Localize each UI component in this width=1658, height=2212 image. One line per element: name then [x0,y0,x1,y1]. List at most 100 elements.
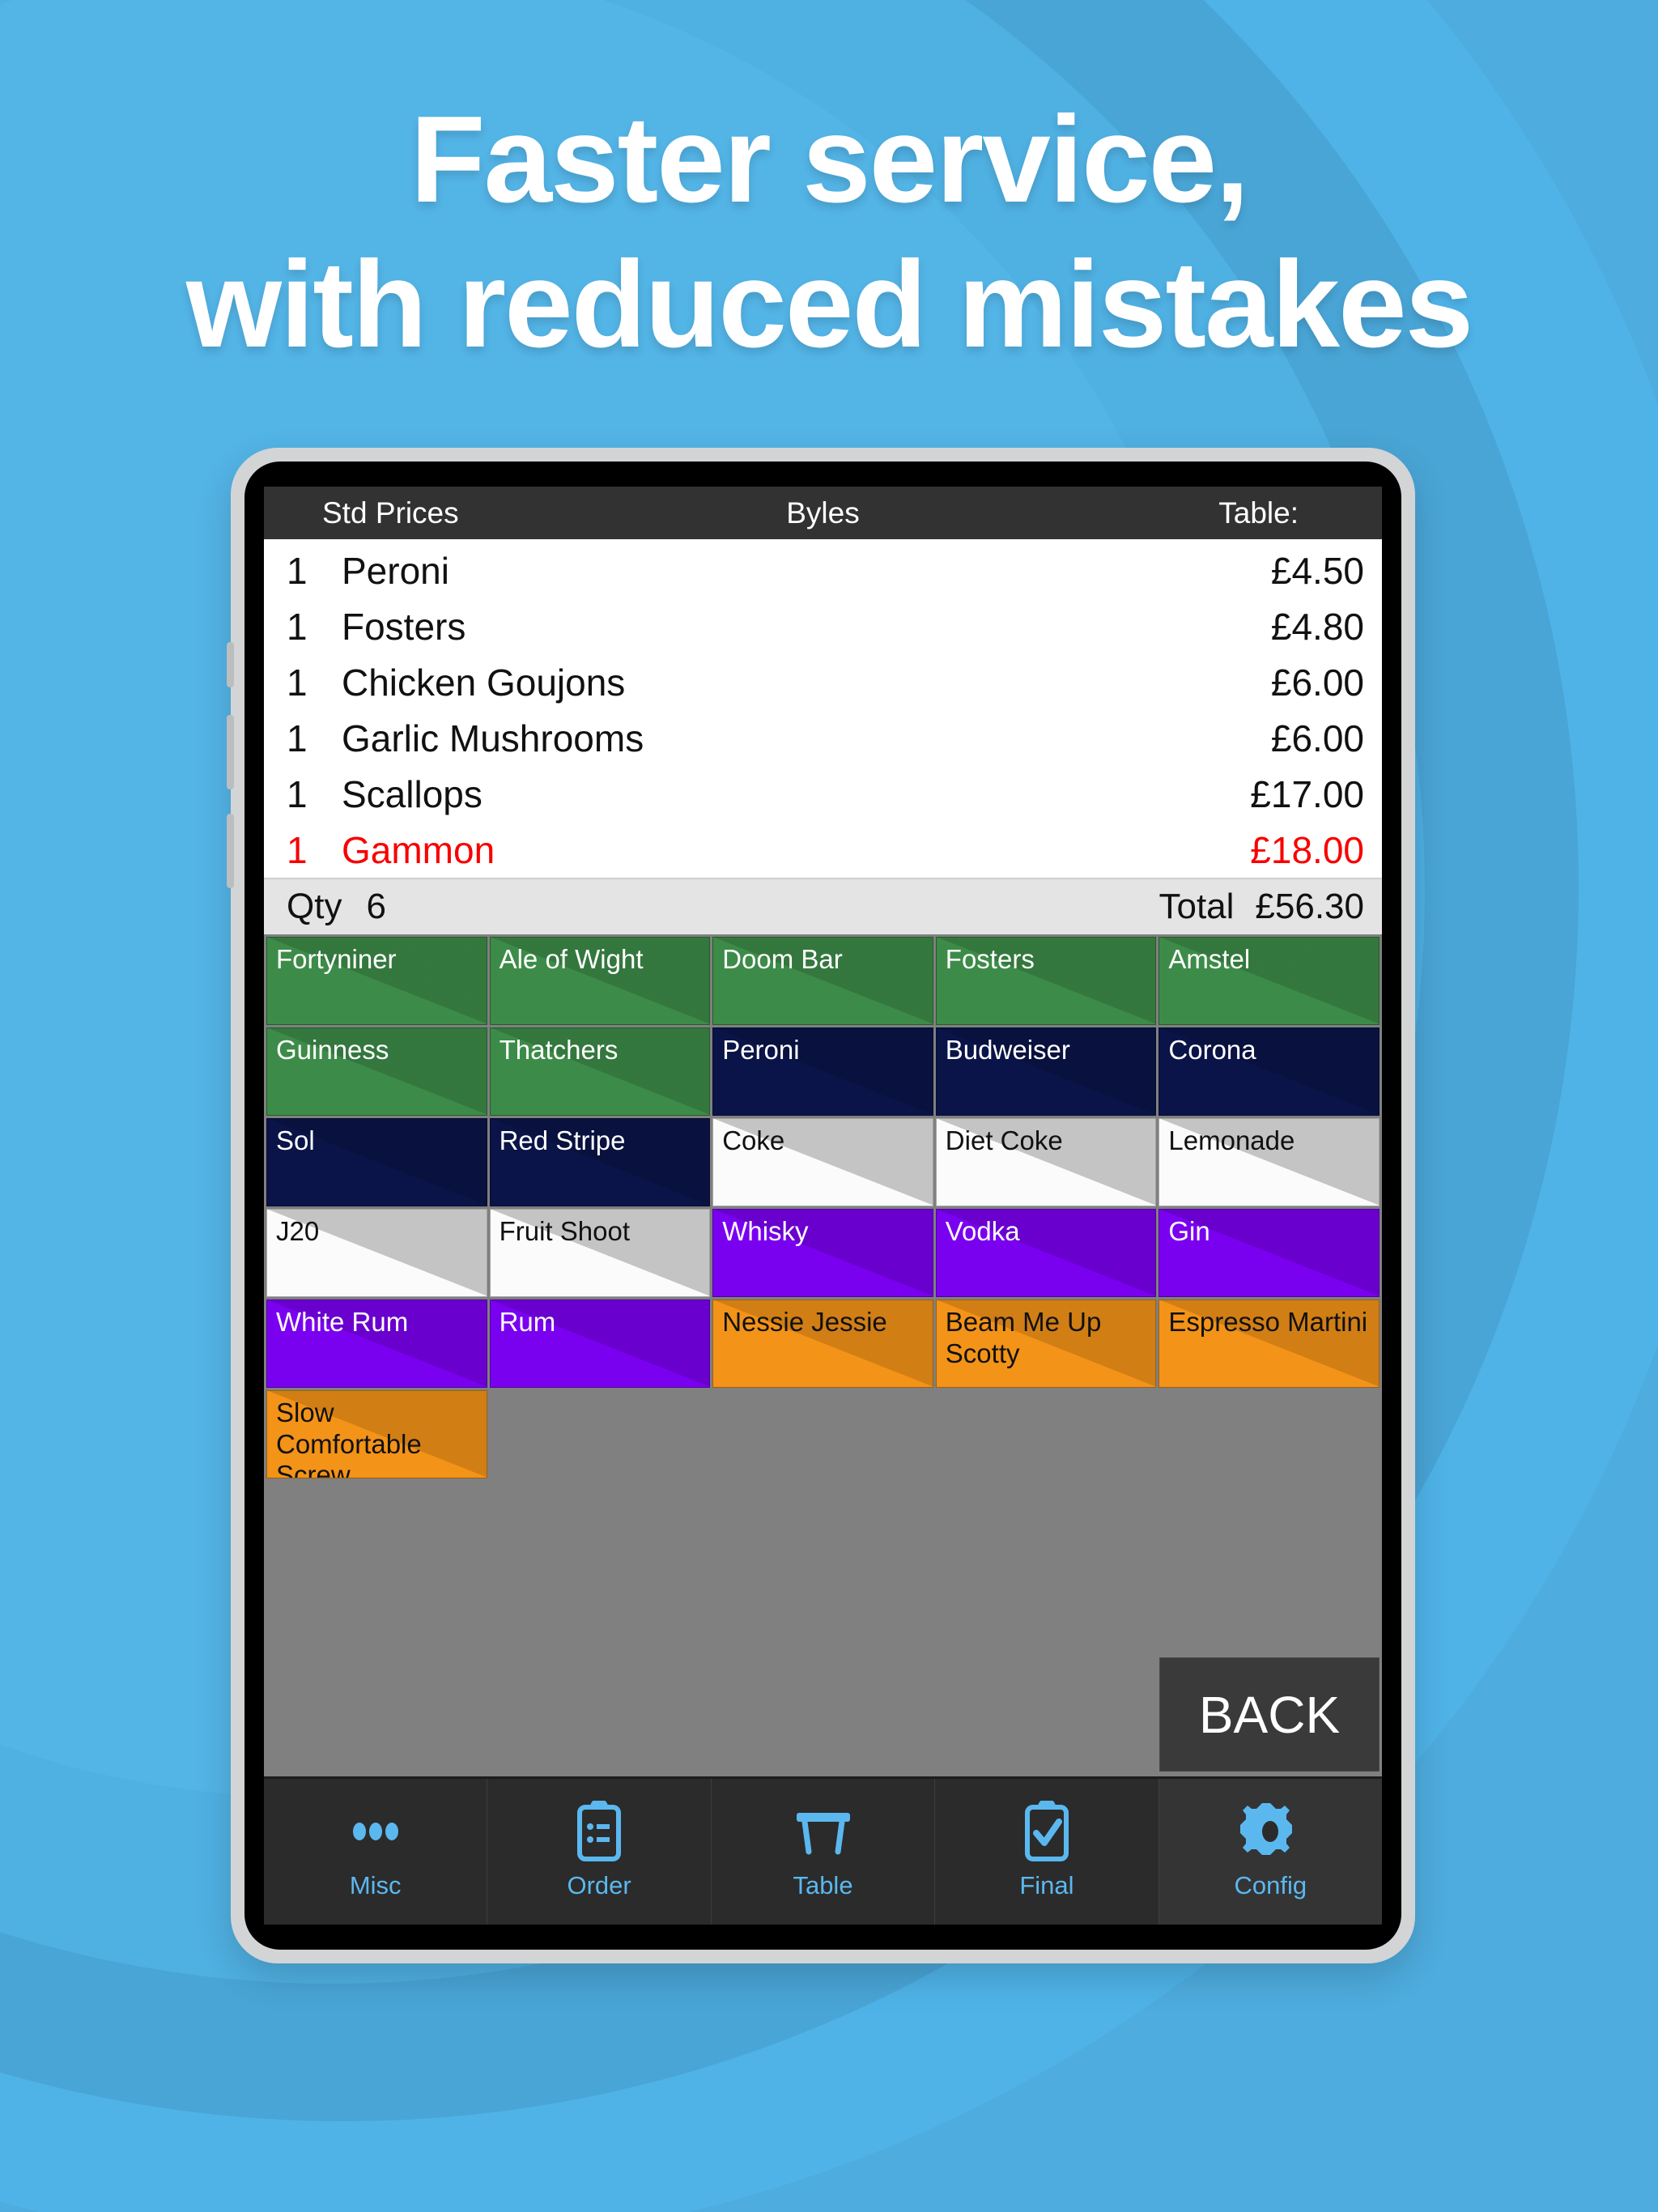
product-button-label: Fruit Shoot [499,1216,631,1246]
bottom-navigation-bar: Misc Order Table Final Config [264,1776,1382,1925]
order-row[interactable]: 1 Chicken Goujons £6.00 [264,654,1382,710]
order-row-price: £4.50 [1270,549,1364,592]
product-button[interactable]: Lemonade [1158,1118,1380,1206]
product-button[interactable]: Corona [1158,1027,1380,1116]
order-totals-bar: Qty 6 Total £56.30 [264,878,1382,934]
product-button-label: Slow Comfortable Screw [276,1397,422,1478]
product-button[interactable]: White Rum [266,1300,487,1388]
product-button[interactable]: Doom Bar [712,937,933,1025]
qty-value: 6 [366,887,386,926]
order-row-price: £6.00 [1270,717,1364,759]
product-button-label: Thatchers [499,1035,619,1065]
headline-line-1: Faster service, [410,91,1250,228]
product-button[interactable]: Guinness [266,1027,487,1116]
product-button-label: Red Stripe [499,1125,626,1155]
product-button[interactable]: Espresso Martini [1158,1300,1380,1388]
product-button-label: Peroni [722,1035,800,1065]
nav-item-order[interactable]: Order [487,1779,712,1925]
product-button-label: Amstel [1168,944,1251,974]
product-button-label: Gin [1168,1216,1210,1246]
qty-label: Qty [287,887,342,926]
nav-item-label: Final [1019,1871,1074,1899]
headline-line-2: with reduced mistakes [185,236,1473,374]
order-row-qty: 1 [287,549,308,592]
product-grid-area: Fortyniner Ale of Wight Doom Bar Fosters Ams… [264,934,1382,1776]
nav-item-table[interactable]: Table [712,1779,936,1925]
order-row-qty: 1 [287,605,308,648]
product-button[interactable]: Fruit Shoot [489,1209,711,1297]
nav-item-label: Config [1234,1871,1307,1899]
order-row-name: Peroni [342,549,449,592]
back-button[interactable]: BACK [1159,1657,1380,1772]
order-row-qty: 1 [287,772,308,815]
product-button[interactable]: Vodka [935,1209,1157,1297]
order-row-price: £18.00 [1250,828,1364,871]
product-button-label: Fosters [945,944,1035,974]
tablet-side-button-2[interactable] [227,715,234,789]
order-row-price: £6.00 [1270,661,1364,704]
nav-item-label: Order [567,1871,631,1899]
product-button-label: Budweiser [945,1035,1070,1065]
product-button-label: Nessie Jessie [722,1307,887,1337]
product-button-label: Vodka [945,1216,1020,1246]
order-row[interactable]: 1 Scallops £17.00 [264,766,1382,822]
product-button[interactable]: Coke [712,1118,933,1206]
product-button-label: J20 [276,1216,320,1246]
nav-item-final[interactable]: Final [935,1779,1159,1925]
order-row-price: £4.80 [1270,605,1364,648]
total-value: £56.30 [1255,887,1364,926]
product-button[interactable]: J20 [266,1209,487,1297]
product-button[interactable]: Budweiser [935,1027,1157,1116]
product-button[interactable]: Rum [489,1300,711,1388]
nav-item-label: Table [793,1871,853,1899]
product-button-label: Ale of Wight [499,944,644,974]
product-button-label: Lemonade [1168,1125,1295,1155]
tablet-side-button-3[interactable] [227,814,234,888]
product-button[interactable]: Nessie Jessie [712,1300,933,1388]
table-icon [793,1803,853,1860]
order-row-qty: 1 [287,717,308,759]
product-button[interactable]: Fortyniner [266,937,487,1025]
total-label: Total [1158,887,1235,926]
order-row-qty: 1 [287,828,308,871]
order-row-qty: 1 [287,661,308,704]
product-button[interactable]: Whisky [712,1209,933,1297]
product-button-label: White Rum [276,1307,409,1337]
product-button[interactable]: Fosters [935,937,1157,1025]
product-button-label: Espresso Martini [1168,1307,1368,1337]
order-row[interactable]: 1 Peroni £4.50 [264,542,1382,598]
order-row-name: Fosters [342,605,466,648]
product-button[interactable]: Red Stripe [489,1118,711,1206]
order-row-name: Gammon [342,828,495,871]
product-button[interactable]: Ale of Wight [489,937,711,1025]
tablet-bezel: Std Prices Byles Table: 1 Peroni £4.50 1 Fos… [244,462,1401,1950]
order-row[interactable]: 1 Fosters £4.80 [264,598,1382,654]
product-button[interactable]: Beam Me Up Scotty [935,1300,1157,1388]
order-row[interactable]: 1 Garlic Mushrooms £6.00 [264,710,1382,766]
product-button[interactable]: Slow Comfortable Screw [266,1390,487,1478]
product-button-label: Fortyniner [276,944,397,974]
product-button-label: Rum [499,1307,556,1337]
clipboard-check-icon [1022,1801,1071,1861]
order-row-name: Scallops [342,772,483,815]
tablet-side-button-1[interactable] [227,642,234,687]
product-button-grid: Fortyniner Ale of Wight Doom Bar Fosters Ams… [264,937,1382,1478]
product-button[interactable]: Diet Coke [935,1118,1157,1206]
product-button[interactable]: Peroni [712,1027,933,1116]
product-button-label: Diet Coke [945,1125,1063,1155]
nav-item-misc[interactable]: Misc [264,1779,488,1925]
order-row[interactable]: 1 Gammon £18.00 [264,822,1382,878]
gear-icon [1240,1803,1300,1860]
table-label[interactable]: Table: [1218,496,1299,530]
product-button[interactable]: Sol [266,1118,487,1206]
product-button[interactable]: Amstel [1158,937,1380,1025]
product-button-label: Doom Bar [722,944,843,974]
promo-headline: Faster service, with reduced mistakes [0,87,1658,378]
nav-item-config[interactable]: Config [1158,1779,1382,1925]
product-button-label: Corona [1168,1035,1256,1065]
product-button-label: Sol [276,1125,315,1155]
product-button[interactable]: Thatchers [489,1027,711,1116]
product-button[interactable]: Gin [1158,1209,1380,1297]
order-row-name: Chicken Goujons [342,661,626,704]
order-row-name: Garlic Mushrooms [342,717,644,759]
